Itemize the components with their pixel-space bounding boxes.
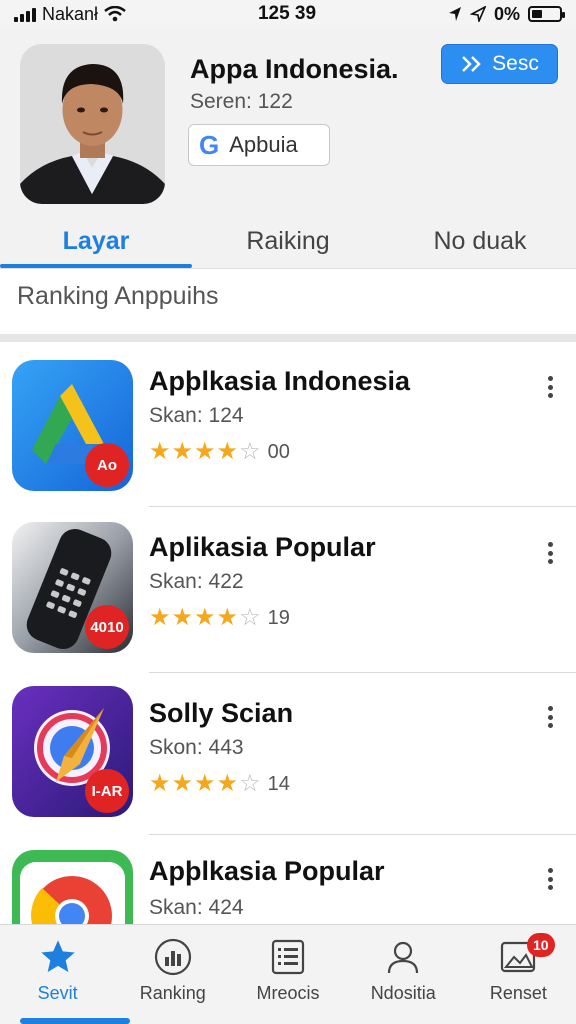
star-icon: ★ — [216, 438, 239, 465]
list-item[interactable]: 4010 Aplikasia Popular Skan: 422 ★ ★ ★ ★ ☆ 1… — [0, 508, 576, 674]
star-icon: ★ — [216, 770, 239, 797]
user-icon — [388, 941, 419, 974]
carrier-name: Nakanł — [42, 3, 99, 24]
battery-icon — [527, 6, 565, 22]
app-title: Solly Scian — [149, 698, 294, 728]
app-subtitle: Skan: 124 — [149, 404, 244, 427]
search-button[interactable]: Sesc — [441, 44, 558, 84]
app-title: Aplikasia Popular — [149, 532, 376, 562]
google-chip-label: Apbuia — [229, 132, 298, 157]
more-options-icon[interactable] — [540, 372, 560, 402]
app-title: Apþlkasia Indonesia — [149, 366, 411, 396]
app-subtitle: Skon: 443 — [149, 736, 244, 759]
rating-count: 00 — [267, 440, 290, 463]
app-icon-compass: I-AR — [12, 686, 133, 817]
nav-item-sevit[interactable]: Sevit — [0, 925, 115, 1024]
status-bar: Nakanł 125 39 0% — [0, 0, 576, 28]
star-icon: ★ — [194, 770, 216, 797]
double-chevron-icon — [462, 56, 481, 72]
star-icon: ★ — [171, 438, 194, 465]
icon-badge: Ao — [85, 443, 129, 487]
icon-badge: I-AR — [85, 769, 129, 813]
app-icon-drive: Ao — [12, 360, 133, 491]
star-icon: ★ — [149, 438, 171, 465]
app-title: Appa Indonesia. — [190, 54, 399, 84]
chart-icon — [154, 938, 191, 976]
nav-label: Ndositia — [370, 983, 436, 1003]
bottom-nav: Sevit Ranking Mreocis Ndositia 10 Renset — [0, 924, 576, 1024]
location-icon — [448, 7, 461, 21]
more-options-icon[interactable] — [540, 864, 560, 894]
search-button-label: Sesc — [492, 52, 539, 75]
signal-icon — [14, 6, 36, 22]
star-icon: ★ — [149, 604, 171, 631]
tab-bar: Layar Raiking No duak — [0, 214, 576, 268]
star-outline-icon: ☆ — [239, 770, 261, 797]
app-subtitle: Seren: 122 — [190, 90, 293, 113]
nav-label: Ranking — [139, 983, 206, 1003]
rating-count: 19 — [267, 606, 290, 629]
list-item[interactable]: Ao Apþlkasia Indonesia Skan: 124 ★ ★ ★ ★ ☆ 0… — [0, 342, 576, 508]
nav-label: Sevit — [37, 983, 78, 1003]
star-outline-icon: ☆ — [239, 604, 261, 631]
rating-count: 14 — [267, 772, 290, 795]
star-icon: ★ — [194, 604, 216, 631]
divider — [149, 506, 576, 507]
star-icon: ★ — [171, 604, 194, 631]
nav-item-ndositia[interactable]: Ndositia — [346, 925, 461, 1024]
star-icon — [40, 940, 75, 972]
home-indicator — [20, 1018, 130, 1024]
tabs-divider — [0, 268, 576, 269]
app-icon-phone: 4010 — [12, 522, 133, 653]
wifi-icon — [104, 6, 126, 22]
star-icon: ★ — [216, 604, 239, 631]
google-icon: G — [199, 129, 220, 160]
app-header: Appa Indonesia. Seren: 122 G Apbuia Sesc… — [0, 28, 576, 268]
more-options-icon[interactable] — [540, 538, 560, 568]
status-left: Nakanł — [14, 4, 126, 25]
profile-avatar[interactable] — [20, 44, 165, 204]
more-options-icon[interactable] — [540, 702, 560, 732]
notification-badge: 10 — [526, 933, 555, 957]
tab-layar[interactable]: Layar — [0, 214, 192, 268]
tab-raiking[interactable]: Raiking — [192, 214, 384, 268]
nav-label: Renset — [489, 983, 547, 1003]
star-outline-icon: ☆ — [239, 438, 261, 465]
google-chip[interactable]: G Apbuia — [188, 124, 330, 166]
rating: ★ ★ ★ ★ ☆ 14 — [149, 772, 290, 796]
app-subtitle: Skan: 422 — [149, 570, 244, 593]
navigation-icon — [469, 6, 486, 22]
app-title: Apþlkasia Popular — [149, 856, 385, 886]
section-divider — [0, 334, 576, 342]
list-icon — [271, 939, 305, 975]
nav-label: Mreocis — [256, 983, 320, 1003]
rating: ★ ★ ★ ★ ☆ 19 — [149, 606, 290, 630]
rating: ★ ★ ★ ★ ☆ 00 — [149, 440, 290, 464]
star-icon: ★ — [194, 438, 216, 465]
star-icon: ★ — [171, 770, 194, 797]
status-right: 0% — [448, 3, 565, 25]
star-icon: ★ — [149, 770, 171, 797]
list-item[interactable]: I-AR Solly Scian Skon: 443 ★ ★ ★ ★ ☆ 14 — [0, 674, 576, 840]
nav-item-mreocis[interactable]: Mreocis — [230, 925, 345, 1024]
icon-badge: 4010 — [85, 605, 129, 649]
status-time: 125 39 — [257, 3, 317, 24]
section-title: Ranking Anppuihs — [17, 282, 219, 310]
app-subtitle: Skan: 424 — [149, 896, 244, 919]
battery-percent: 0% — [493, 3, 520, 24]
divider — [149, 834, 576, 835]
nav-item-renset[interactable]: 10 Renset — [461, 925, 576, 1024]
tab-no-duak[interactable]: No duak — [384, 214, 576, 268]
nav-item-ranking[interactable]: Ranking — [115, 925, 230, 1024]
divider — [149, 672, 576, 673]
